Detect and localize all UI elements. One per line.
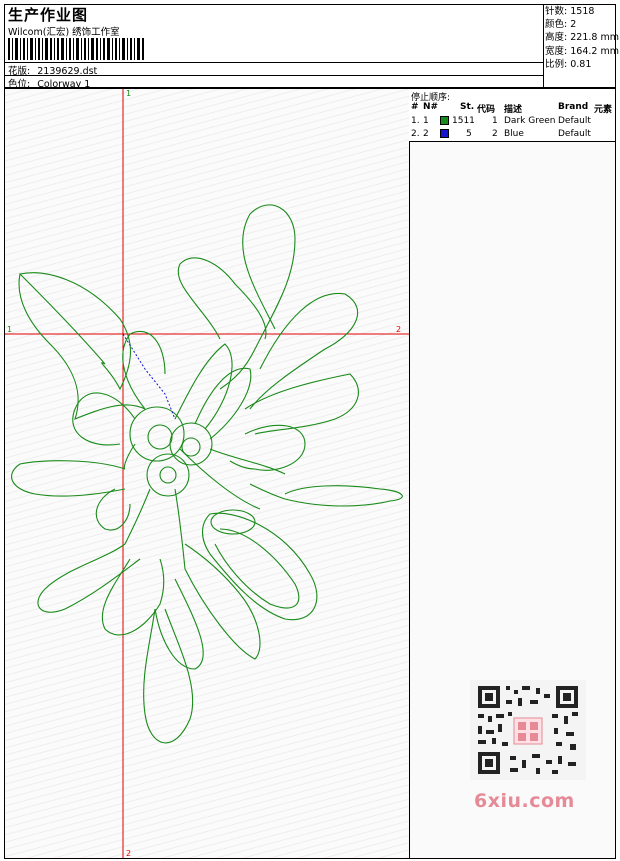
stat-stitches: 针数: 1518 (545, 5, 619, 18)
petal (201, 512, 318, 621)
watermark-logo: 6xiu.com (474, 790, 575, 812)
stat-colors: 颜色: 2 (545, 18, 619, 31)
petal (219, 204, 296, 390)
petal (37, 543, 141, 613)
axis-label-top: 1 (126, 89, 131, 98)
petal (101, 558, 165, 636)
stat-value: 221.8 mm (570, 32, 619, 44)
stat-value: 2 (570, 19, 577, 31)
axis-label-left: 1 (7, 325, 12, 334)
petal (124, 488, 151, 545)
col-header-brand: Brand (558, 102, 589, 112)
stat-value: 164.2 mm (570, 45, 619, 57)
stat-value: 0.81 (570, 58, 592, 70)
row-code: 1 (492, 116, 498, 126)
header: 生产作业图 Wilcom(汇宏) 绣饰工作室 花版: 2139629.dst 色… (4, 4, 619, 90)
petal (18, 272, 132, 391)
stat-value: 1518 (570, 6, 595, 17)
row-brand: Default (558, 116, 591, 126)
page-title: 生产作业图 (8, 6, 89, 24)
col-header-element: 元素 (594, 105, 613, 115)
petal (184, 543, 261, 660)
barcode (8, 38, 144, 60)
design-stats: 针数: 1518 颜色: 2 高度: 221.8 mm 宽度: 164.2 mm… (545, 5, 619, 71)
flower-center (146, 453, 190, 497)
petal (174, 488, 186, 570)
petal (11, 460, 126, 497)
row-needle: 1 (423, 116, 429, 126)
row-stitches: 5 (466, 129, 472, 139)
stop-sequence-table: 停止顺序: # N# St. 代码 描述 Brand 元素 1. 1 1511 … (409, 88, 616, 142)
row-index: 1. (411, 116, 420, 126)
axis-label-bottom: 2 (126, 849, 131, 858)
col-header-index: # (411, 102, 419, 112)
flower-center (147, 424, 173, 450)
stat-label: 宽度: (545, 45, 568, 57)
petal (249, 483, 403, 507)
petal (18, 273, 146, 420)
petal (179, 448, 261, 510)
flower-center (169, 422, 213, 466)
petal (214, 528, 300, 609)
col-header-code: 代码 (477, 105, 496, 115)
studio-name: Wilcom(汇宏) 绣饰工作室 (8, 27, 120, 38)
stat-width: 宽度: 164.2 mm (545, 45, 619, 58)
stat-scale: 比例: 0.81 (545, 58, 619, 71)
stat-label: 高度: (545, 32, 568, 44)
col-header-stitches: St. (460, 102, 475, 112)
col-header-description: 描述 (504, 105, 523, 115)
petal (143, 608, 194, 744)
stat-label: 针数: (545, 6, 568, 17)
row-stitches: 1511 (452, 116, 475, 126)
petal (194, 367, 252, 440)
petal (244, 373, 359, 435)
row-needle: 2 (423, 129, 429, 139)
stat-label: 比例: (545, 58, 568, 70)
row-description: Blue (504, 129, 524, 139)
stat-label: 颜色: (545, 19, 568, 31)
qr-code-watermark (470, 680, 586, 780)
petal (210, 509, 256, 535)
flower-center (129, 406, 185, 462)
color-swatch (440, 116, 449, 125)
col-header-needle: N# (423, 102, 439, 112)
petal (177, 257, 267, 340)
stat-height: 高度: 221.8 mm (545, 31, 619, 44)
row-code: 2 (492, 129, 498, 139)
axis-label-right: 2 (396, 325, 401, 334)
flower-center (159, 466, 177, 484)
petal (122, 331, 166, 410)
petal (95, 488, 131, 531)
color-swatch (440, 129, 449, 138)
stitch-outline (11, 204, 403, 744)
row-description: Dark Green (504, 116, 556, 126)
design-preview: 1 2 1 2 (4, 88, 410, 859)
header-left: 生产作业图 Wilcom(汇宏) 绣饰工作室 花版: 2139629.dst 色… (5, 5, 544, 90)
embroidery-canvas: 1 2 1 2 (5, 89, 409, 858)
petal (72, 392, 136, 446)
row-brand: Default (558, 129, 591, 139)
petal (154, 578, 204, 670)
row-index: 2. (411, 129, 420, 139)
